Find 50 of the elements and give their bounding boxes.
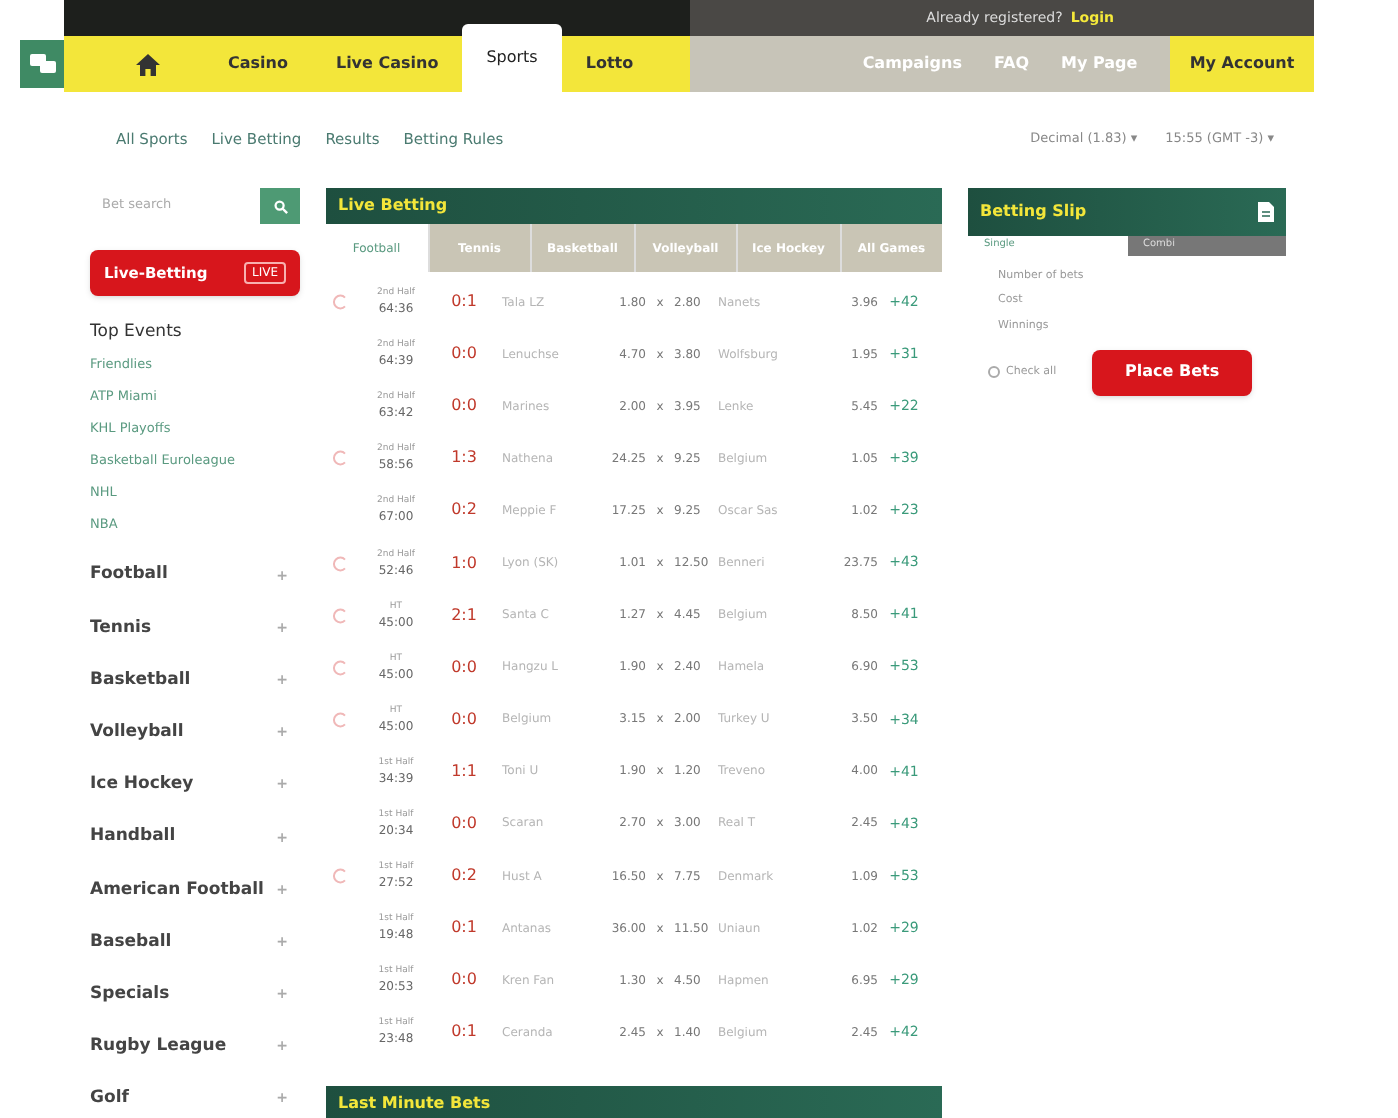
- match-score: 0:2: [449, 498, 479, 523]
- live-stream-icon[interactable]: [332, 555, 348, 572]
- sport-link[interactable]: Volleyball: [90, 720, 184, 746]
- chat-button[interactable]: [20, 40, 64, 88]
- live-stream-icon[interactable]: [332, 294, 348, 311]
- sport-link[interactable]: Basketball: [90, 667, 191, 694]
- check-all-radio[interactable]: [988, 366, 1000, 379]
- live-stream-icon[interactable]: [332, 659, 348, 676]
- live-stream-icon[interactable]: [332, 711, 348, 728]
- sport-link[interactable]: Tennis: [90, 615, 152, 641]
- home-icon: [136, 53, 160, 75]
- sport-link[interactable]: Ice Hockey: [90, 772, 194, 798]
- sport-link[interactable]: Baseball: [90, 929, 172, 956]
- chat-bubbles-icon: [29, 54, 55, 74]
- sport-link[interactable]: Handball: [90, 824, 176, 851]
- match-score: 0:0: [449, 968, 479, 993]
- live-stream-icon[interactable]: [332, 868, 348, 885]
- last-minute-header: Last Minute Bets: [326, 1086, 942, 1118]
- my-account-tab[interactable]: My Account: [1170, 36, 1314, 92]
- match-score: 0:0: [449, 707, 479, 732]
- match-score: 1:1: [449, 759, 479, 784]
- place-bets-button[interactable]: Place Bets: [1092, 349, 1253, 396]
- search-button[interactable]: [260, 188, 300, 224]
- live-betting-header: Live Betting: [326, 188, 942, 224]
- live-stream-icon[interactable]: [332, 450, 348, 467]
- match-score: 0:0: [449, 394, 479, 419]
- sport-link[interactable]: Specials: [90, 981, 170, 1008]
- match-score: 0:1: [449, 290, 479, 315]
- match-score: 1:3: [449, 446, 479, 471]
- match-score: 0:0: [449, 342, 479, 367]
- top-events-title: Top Events: [90, 320, 184, 346]
- document-icon[interactable]: [1258, 202, 1274, 222]
- match-score: 1:0: [449, 551, 479, 576]
- sport-link[interactable]: American Football: [90, 877, 264, 903]
- match-score: 0:2: [449, 864, 479, 889]
- match-score: 0:0: [449, 811, 479, 836]
- search-icon: [273, 199, 287, 213]
- nav-tab[interactable]: Live Casino: [311, 36, 463, 92]
- live-stream-icon[interactable]: [332, 607, 348, 624]
- nav-tab[interactable]: Sports: [462, 24, 562, 92]
- betting-slip-title: Betting Slip: [980, 200, 1087, 224]
- sport-link[interactable]: Football: [90, 562, 168, 589]
- sport-link[interactable]: Golf: [90, 1086, 129, 1113]
- nav-tab[interactable]: Lotto: [561, 36, 658, 92]
- match-score: 0:1: [449, 1020, 479, 1045]
- sport-link[interactable]: Rugby League: [90, 1034, 227, 1060]
- nav-tab[interactable]: Casino: [204, 36, 312, 92]
- match-score: 0:0: [449, 655, 479, 680]
- match-score: 2:1: [449, 603, 479, 628]
- match-score: 0:1: [449, 916, 479, 941]
